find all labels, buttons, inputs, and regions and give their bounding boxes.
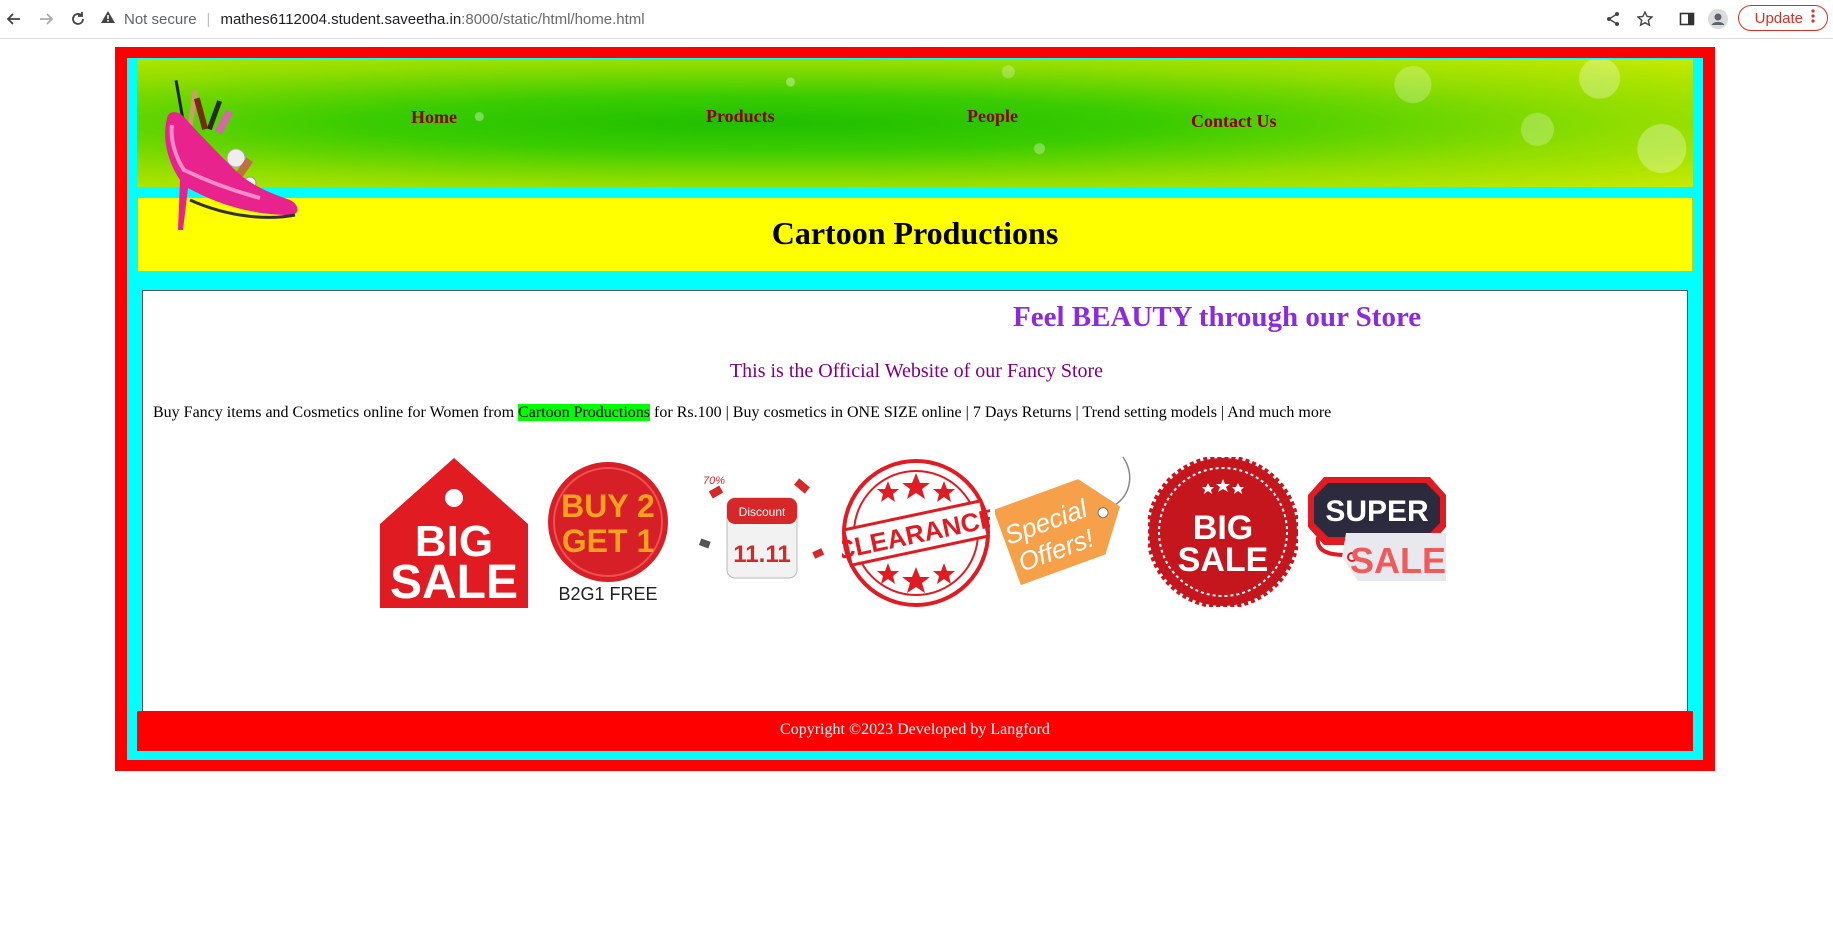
big-sale-2-line2: SALE bbox=[1178, 541, 1269, 579]
browser-toolbar: Not secure | mathes6112004.student.savee… bbox=[0, 0, 1833, 39]
nav-contact-us[interactable]: Contact Us bbox=[1191, 111, 1277, 132]
url-host: mathes6112004.student.saveetha.in bbox=[220, 10, 462, 28]
discount-calendar-image: 70% Discount 11.11 bbox=[695, 470, 830, 595]
marquee-headline: Feel BEAUTY through our Store bbox=[1013, 301, 1422, 333]
subheading: This is the Official Website of our Fanc… bbox=[729, 360, 1104, 382]
side-panel-icon[interactable] bbox=[1679, 9, 1695, 29]
security-label[interactable]: Not secure bbox=[124, 11, 197, 28]
discount-label-text: Discount bbox=[739, 505, 786, 519]
url-path: :8000/static/html/home.html bbox=[461, 10, 645, 28]
get1-text: GET 1 bbox=[562, 523, 654, 559]
title-band: Cartoon Productions bbox=[137, 197, 1693, 272]
copyright-text: Copyright ©2023 Developed by Langford bbox=[780, 721, 1050, 738]
more-menu-icon bbox=[1811, 9, 1815, 27]
footer: Copyright ©2023 Developed by Langford bbox=[137, 711, 1693, 751]
nav-people[interactable]: People bbox=[967, 106, 1018, 127]
site-title: Cartoon Productions bbox=[771, 215, 1059, 251]
back-arrow-icon[interactable] bbox=[4, 9, 24, 29]
super-sale-tag-image: SUPER SALE bbox=[1306, 475, 1448, 594]
sale-text: SALE bbox=[1350, 540, 1446, 581]
b2g1-free-text: B2G1 FREE bbox=[558, 584, 657, 604]
desc-highlight: Cartoon Productions bbox=[518, 404, 651, 421]
big-sale-seal-image: BIG SALE bbox=[1146, 455, 1300, 612]
description-text: Buy Fancy items and Cosmetics online for… bbox=[153, 404, 1331, 422]
special-offers-tag-image: Special Offers! bbox=[993, 455, 1145, 606]
big-sale-tag-image: BIG SALE bbox=[378, 456, 530, 613]
buy2-get1-badge-image: BUY 2 GET 1 B2G1 FREE bbox=[544, 462, 672, 611]
nav-products[interactable]: Products bbox=[706, 106, 775, 127]
logo-heel-icon bbox=[150, 70, 300, 230]
bookmark-star-icon[interactable] bbox=[1637, 9, 1653, 29]
forward-arrow-icon[interactable] bbox=[36, 9, 56, 29]
buy2-text: BUY 2 bbox=[561, 488, 655, 524]
nav-home[interactable]: Home bbox=[411, 107, 457, 128]
warning-icon bbox=[100, 10, 116, 28]
clearance-stamp-image: CLEARANCE bbox=[833, 459, 999, 612]
date-1111-text: 11.11 bbox=[733, 541, 790, 568]
update-button[interactable]: Update bbox=[1738, 5, 1828, 31]
address-bar[interactable]: Not secure | mathes6112004.student.savee… bbox=[100, 7, 645, 31]
big-sale-1-line2: SALE bbox=[390, 556, 518, 608]
reload-icon[interactable] bbox=[68, 9, 88, 29]
discount-percent-text: 70% bbox=[703, 475, 725, 487]
header-banner bbox=[137, 59, 1693, 187]
profile-avatar-icon[interactable] bbox=[1708, 9, 1728, 29]
super-text: SUPER bbox=[1325, 495, 1429, 528]
share-icon[interactable] bbox=[1605, 9, 1621, 29]
update-label: Update bbox=[1754, 9, 1803, 27]
desc-part-2: for Rs.100 | Buy cosmetics in ONE SIZE o… bbox=[650, 404, 1332, 421]
desc-part-1: Buy Fancy items and Cosmetics online for… bbox=[153, 404, 519, 421]
